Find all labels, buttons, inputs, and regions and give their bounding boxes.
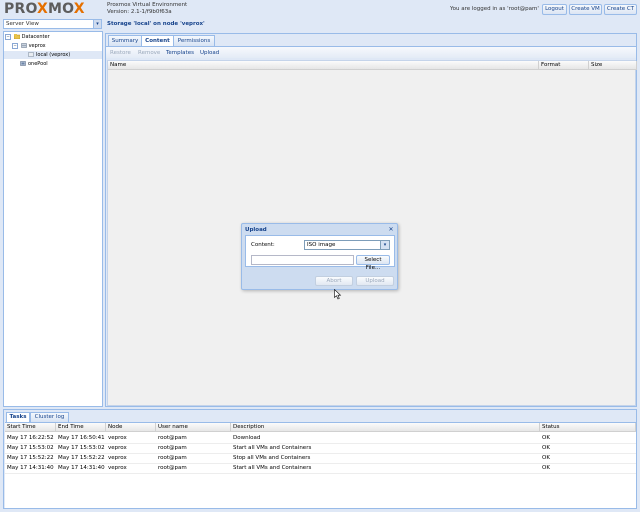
column-header-user[interactable]: User name (156, 423, 231, 432)
tree-item-storage-local[interactable]: local (veprox) (4, 51, 102, 59)
dialog-body: Content: ISO image ▾ Select File... (245, 235, 395, 271)
datacenter-icon (13, 34, 20, 39)
chevron-down-icon[interactable]: ▾ (380, 241, 389, 249)
tasks-grid: Start Time End Time Node User name Descr… (5, 422, 636, 508)
cell-start: May 17 14:31:40 (7, 465, 54, 471)
select-file-button[interactable]: Select File... (356, 255, 390, 271)
column-header-name[interactable]: Name (108, 61, 539, 70)
cell-user: root@pam (158, 445, 187, 451)
logout-button[interactable]: Logout (542, 4, 567, 15)
cell-status: OK (542, 435, 550, 441)
cell-start: May 17 15:53:02 (7, 445, 54, 451)
tab-cluster-log[interactable]: Cluster log (30, 412, 69, 422)
collapse-icon[interactable]: − (5, 33, 11, 40)
cell-end: May 17 15:52:22 (58, 455, 105, 461)
mouse-cursor-icon (334, 289, 342, 300)
content-type-select[interactable]: ISO image ▾ (304, 240, 390, 250)
cell-start: May 17 16:22:52 (7, 435, 54, 441)
column-header-start-time[interactable]: Start Time (5, 423, 56, 432)
view-selector-value: Server View (6, 21, 39, 27)
close-icon[interactable]: ✕ (387, 226, 395, 234)
templates-button[interactable]: Templates (166, 49, 194, 57)
remove-button[interactable]: Remove (138, 49, 160, 57)
column-header-size[interactable]: Size (589, 61, 637, 70)
header: PROXMOX Proxmox Virtual Environment Vers… (0, 0, 640, 18)
logged-in-label: You are logged in as 'root@pam' (450, 6, 539, 12)
cell-end: May 17 14:31:40 (58, 465, 105, 471)
version-label: Version: 2.1-1/f9b0f63a (107, 9, 172, 15)
view-selector[interactable]: Server View ▾ (3, 19, 102, 29)
product-name: Proxmox Virtual Environment (107, 2, 188, 8)
create-ct-button[interactable]: Create CT (604, 4, 637, 15)
column-header-end-time[interactable]: End Time (56, 423, 106, 432)
column-header-node[interactable]: Node (106, 423, 156, 432)
column-header-description[interactable]: Description (231, 423, 540, 432)
cell-status: OK (542, 465, 550, 471)
cell-user: root@pam (158, 455, 187, 461)
cell-description: Start all VMs and Containers (233, 465, 312, 471)
cell-node: veprox (108, 465, 127, 471)
server-icon (20, 43, 27, 48)
proxmox-logo: PROXMOX (4, 1, 85, 17)
column-header-format[interactable]: Format (539, 61, 589, 70)
table-row[interactable]: May 17 14:31:40 May 17 14:31:40 veprox r… (5, 463, 636, 474)
page-title: Storage 'local' on node 'veprox' (107, 21, 205, 27)
cell-description: Start all VMs and Containers (233, 445, 312, 451)
tree-item-pool[interactable]: onePool (20, 60, 48, 68)
cell-status: OK (542, 455, 550, 461)
cell-user: root@pam (158, 465, 187, 471)
column-header-status[interactable]: Status (540, 423, 636, 432)
storage-icon (28, 52, 34, 57)
cell-end: May 17 16:50:41 (58, 435, 105, 441)
content-toolbar: Restore Remove Templates Upload (106, 46, 636, 58)
abort-button[interactable]: Abort (315, 276, 353, 286)
cell-node: veprox (108, 435, 127, 441)
cell-start: May 17 15:52:22 (7, 455, 54, 461)
dialog-upload-button[interactable]: Upload (356, 276, 394, 286)
tab-permissions[interactable]: Permissions (173, 35, 215, 46)
cell-description: Download (233, 435, 261, 441)
dialog-title: Upload (245, 227, 267, 233)
cell-user: root@pam (158, 435, 187, 441)
cell-status: OK (542, 445, 550, 451)
pool-icon (20, 61, 26, 66)
content-type-value: ISO image (307, 242, 336, 248)
tab-summary[interactable]: Summary (108, 35, 142, 46)
restore-button[interactable]: Restore (110, 49, 131, 57)
tree-item-datacenter[interactable]: − Datacenter (5, 33, 50, 41)
tree-item-node[interactable]: − veprox (12, 42, 46, 50)
tasks-panel: Tasks Cluster log Start Time End Time No… (3, 409, 637, 509)
content-label: Content: (251, 242, 275, 248)
upload-button[interactable]: Upload (200, 49, 219, 57)
tab-tasks[interactable]: Tasks (6, 412, 30, 422)
upload-dialog: Upload ✕ Content: ISO image ▾ Select Fil… (241, 223, 398, 290)
chevron-down-icon[interactable]: ▾ (93, 20, 101, 28)
tab-content[interactable]: Content (141, 35, 174, 46)
cell-node: veprox (108, 445, 127, 451)
create-vm-button[interactable]: Create VM (569, 4, 602, 15)
cell-description: Stop all VMs and Containers (233, 455, 311, 461)
product-info: Proxmox Virtual Environment Version: 2.1… (107, 2, 187, 16)
cell-end: May 17 15:53:02 (58, 445, 105, 451)
collapse-icon[interactable]: − (12, 42, 18, 49)
resource-tree: − Datacenter − veprox local (veprox) one… (3, 31, 103, 407)
main-panel: Summary Content Permissions Restore Remo… (105, 33, 637, 407)
file-path-field[interactable] (251, 255, 354, 265)
cell-node: veprox (108, 455, 127, 461)
